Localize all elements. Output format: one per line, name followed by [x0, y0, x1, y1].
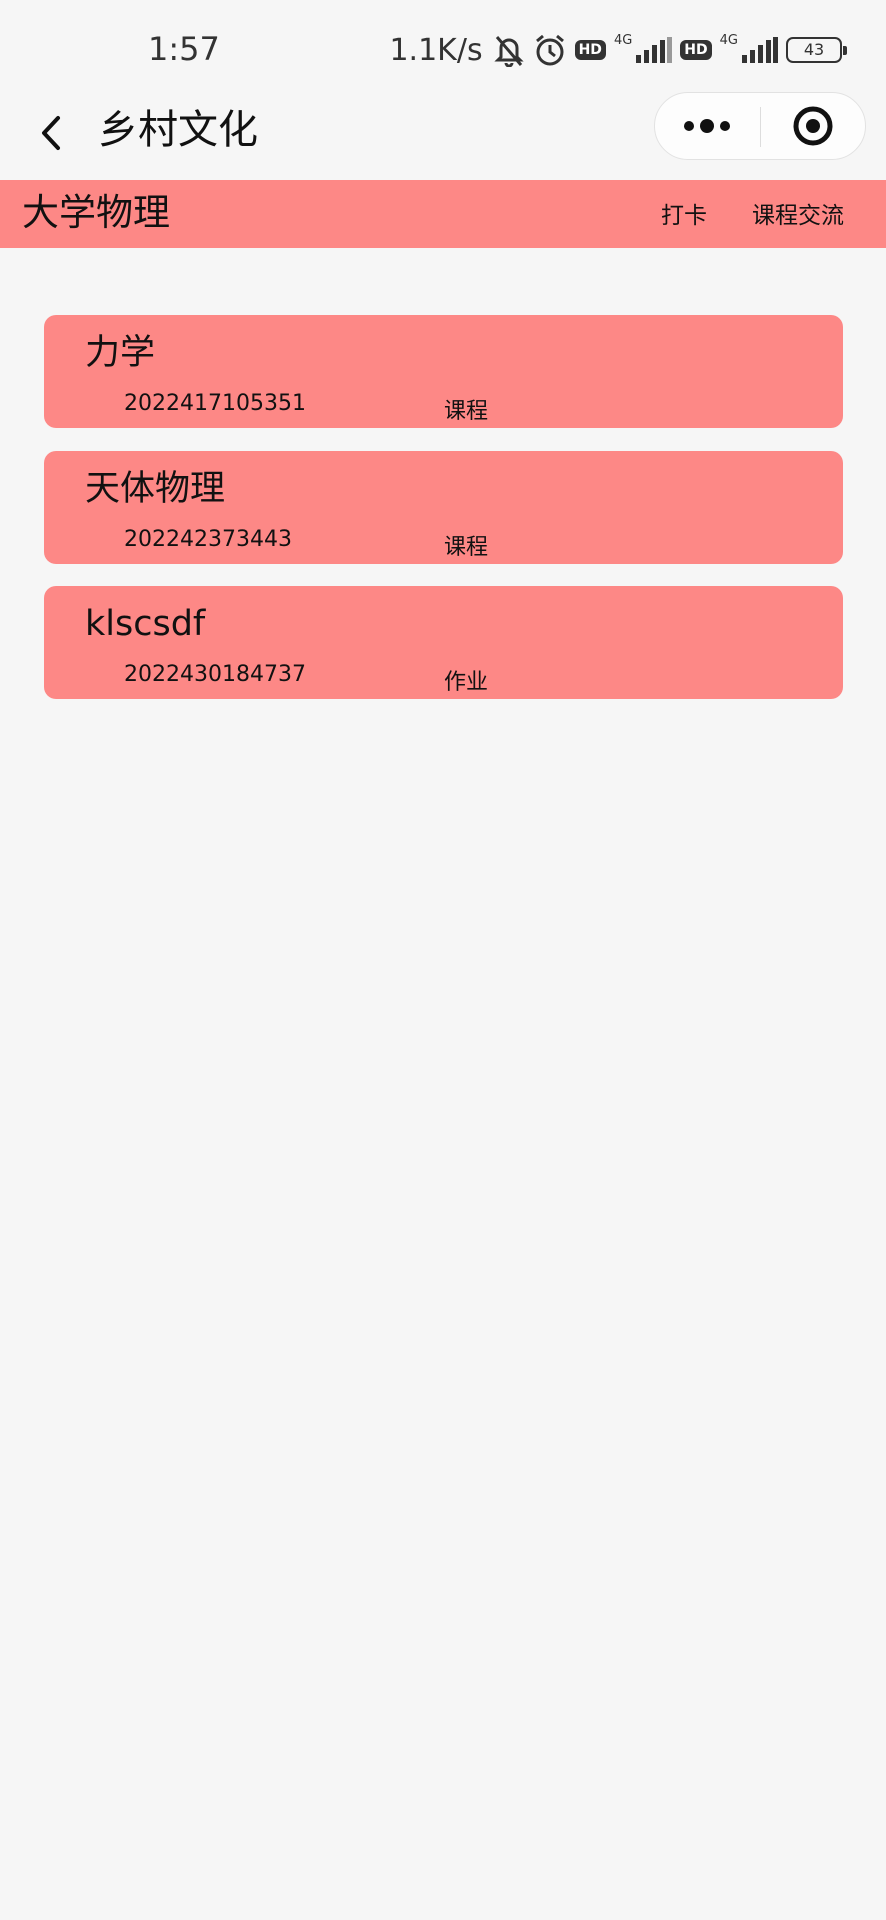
chevron-left-icon — [42, 116, 60, 150]
network-type: 4G — [613, 32, 633, 48]
list-item[interactable]: klscsdf 2022430184737 作业 — [44, 586, 843, 699]
list-item[interactable]: 天体物理 202242373443 课程 — [44, 451, 843, 564]
status-bar: 1:57 1.1K/s HD 4G HD 4G 43 — [0, 0, 886, 90]
course-discussion-link[interactable]: 课程交流 — [752, 196, 844, 236]
list-item[interactable]: 力学 2022417105351 课程 — [44, 315, 843, 428]
more-button[interactable] — [655, 93, 760, 159]
item-name: klscsdf — [85, 604, 206, 644]
item-name: 天体物理 — [85, 469, 226, 509]
status-icons: 1.1K/s HD 4G HD 4G 43 — [389, 30, 847, 70]
signal-icon — [636, 37, 673, 63]
network-speed: 1.1K/s — [389, 32, 483, 68]
hd-icon: HD — [574, 40, 606, 60]
hd-icon: HD — [680, 40, 712, 60]
item-name: 力学 — [85, 333, 156, 373]
item-type: 课程 — [444, 399, 489, 424]
network-type: 4G — [719, 32, 738, 48]
item-id: 202242373443 — [124, 527, 292, 552]
item-id: 2022430184737 — [124, 662, 306, 687]
course-title: 大学物理 — [22, 191, 170, 234]
target-icon — [793, 106, 833, 146]
nav-bar: 乡村文化 — [0, 90, 886, 180]
status-time: 1:57 — [148, 30, 220, 68]
checkin-link[interactable]: 打卡 — [661, 196, 707, 236]
item-type: 作业 — [444, 670, 489, 695]
bell-off-icon — [493, 33, 525, 67]
course-header: 大学物理 打卡 课程交流 — [0, 180, 886, 248]
page-title: 乡村文化 — [98, 107, 258, 153]
capsule-menu — [654, 92, 866, 160]
signal-icon — [742, 37, 778, 63]
more-dots-icon — [684, 119, 730, 133]
alarm-icon — [533, 33, 567, 67]
battery-icon: 43 — [786, 37, 847, 63]
back-button[interactable] — [26, 102, 76, 162]
item-id: 2022417105351 — [124, 391, 306, 416]
page: 1:57 1.1K/s HD 4G HD 4G 43 乡村文化 大学物理 打卡 … — [0, 0, 886, 1920]
close-button[interactable] — [761, 93, 865, 159]
item-type: 课程 — [444, 535, 489, 560]
